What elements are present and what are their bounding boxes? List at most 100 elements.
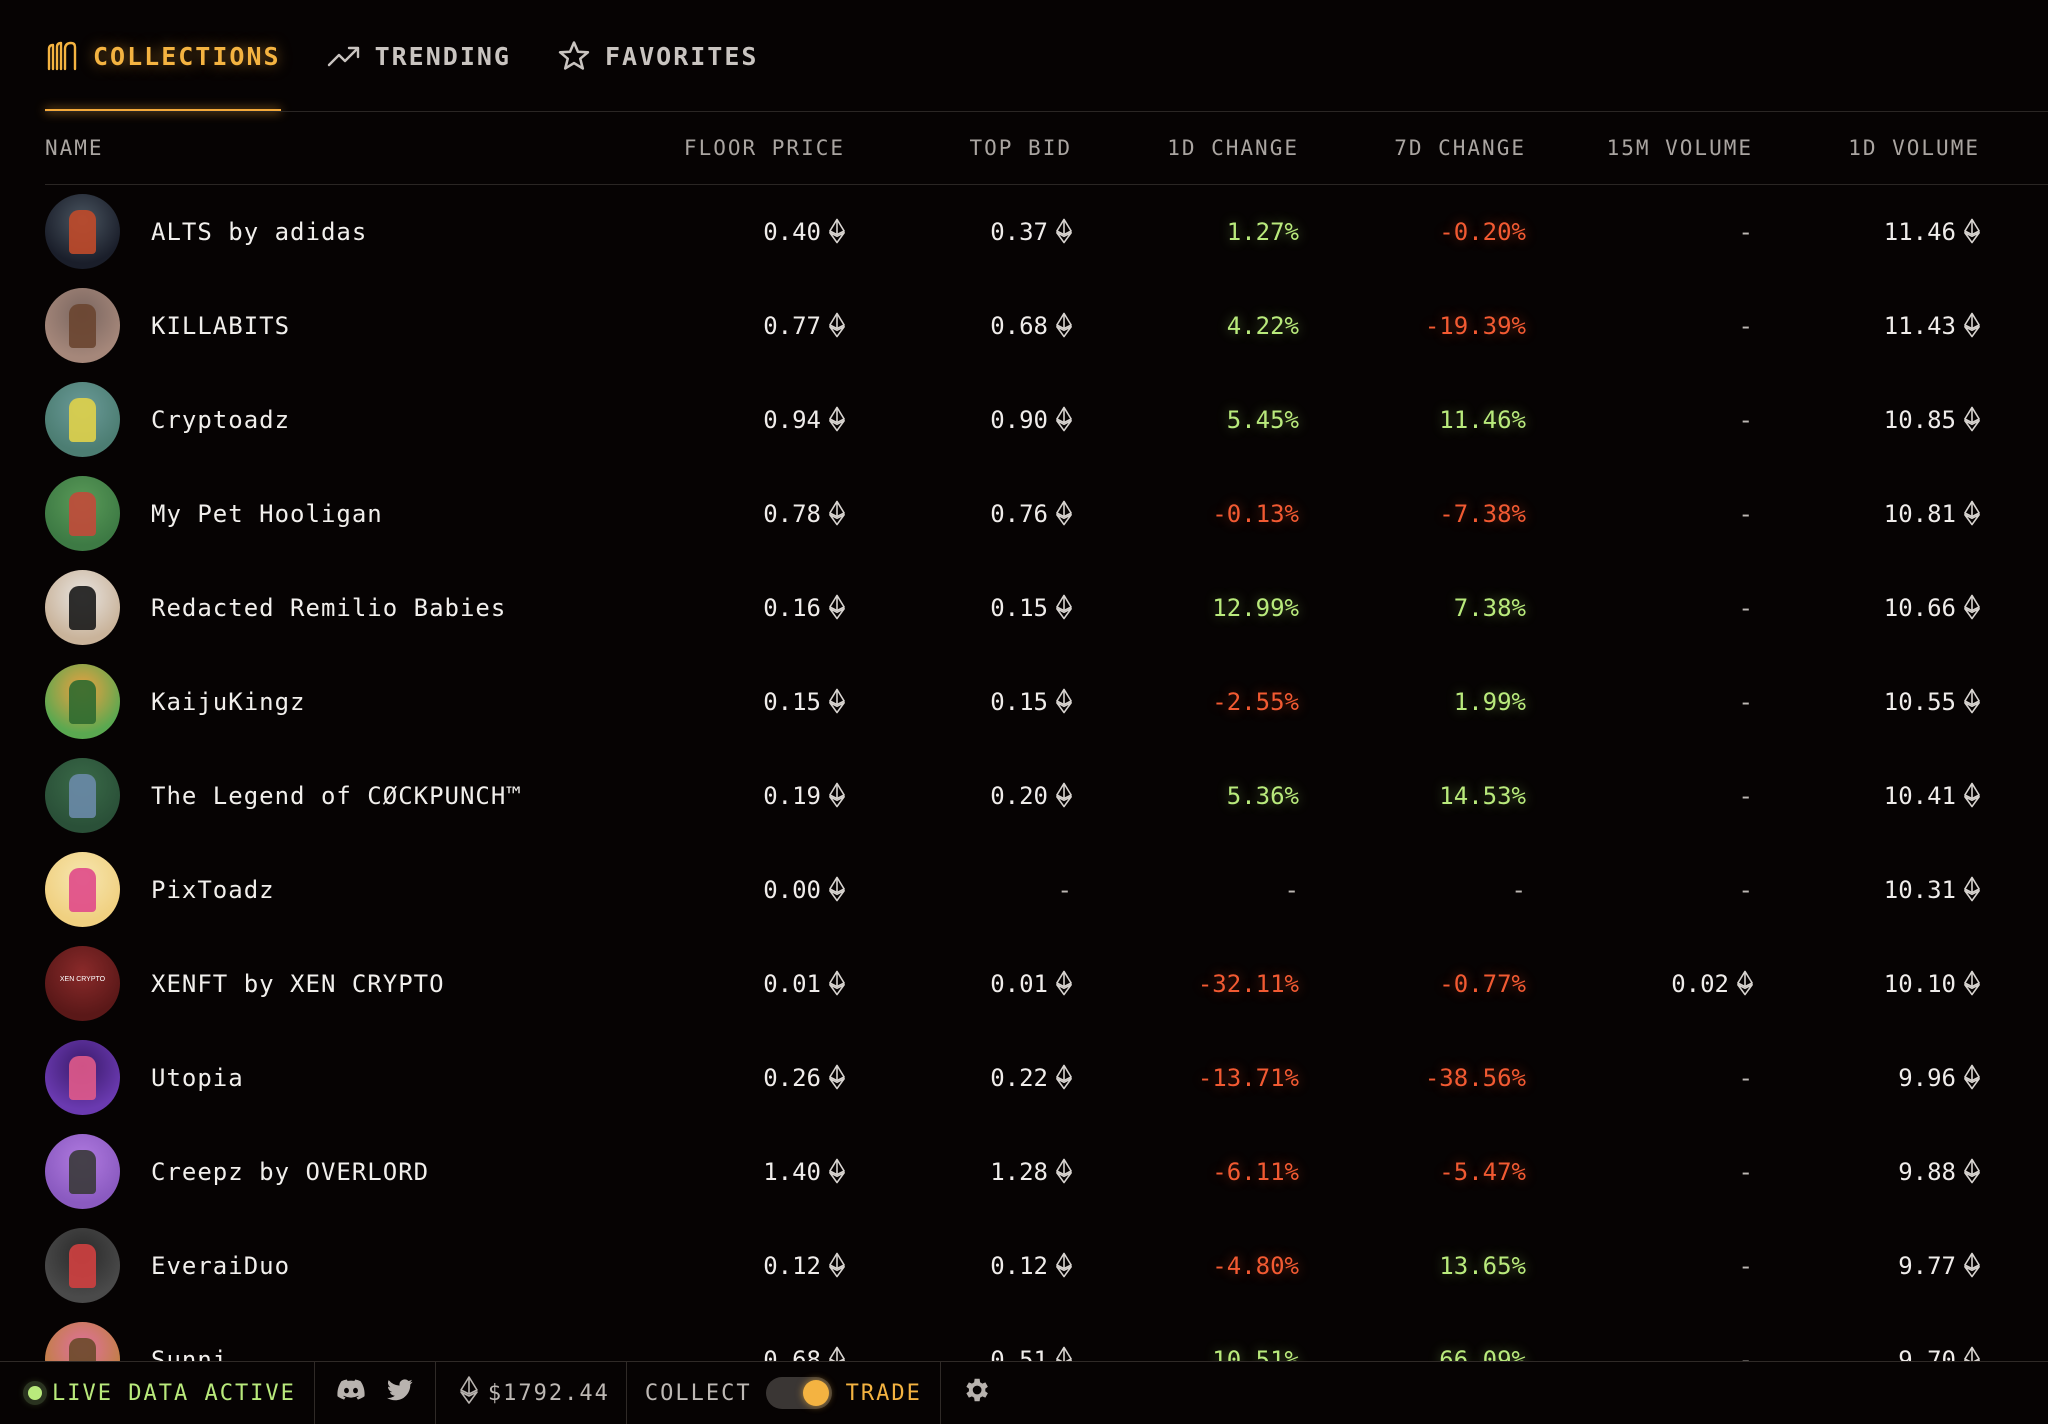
top-bid-cell: 0.01 bbox=[990, 937, 1072, 1031]
column-header-15m-volume[interactable]: 15M VOLUME bbox=[1607, 112, 1753, 184]
value-text: 10.81 bbox=[1883, 500, 1956, 528]
table-row[interactable]: Creepz by OVERLORD 1.40 1.28 -6.11% -5.47% - 9… bbox=[45, 1125, 2048, 1219]
ethereum-icon bbox=[1964, 688, 1980, 714]
tab-label: TRENDING bbox=[374, 41, 511, 71]
value-text: 11.46 bbox=[1883, 218, 1956, 246]
tab-label: COLLECTIONS bbox=[93, 41, 281, 71]
volume-15m-cell: - bbox=[1738, 218, 1753, 246]
value-text: 0.20 bbox=[990, 782, 1048, 810]
collection-name[interactable]: KaijuKingz bbox=[151, 655, 306, 749]
collection-name[interactable]: Utopia bbox=[151, 1031, 244, 1125]
floor-price-cell: 0.16 bbox=[763, 561, 845, 655]
table-row[interactable]: PixToadz 0.00 - - - - 10.31 bbox=[45, 843, 2048, 937]
value-text: 0.12 bbox=[763, 1252, 821, 1280]
table-row[interactable]: The Legend of CØCKPUNCH™ 0.19 0.20 5.36% 14.… bbox=[45, 749, 2048, 843]
change-7d-cell: 7.38% bbox=[1453, 594, 1526, 622]
ethereum-icon bbox=[1056, 594, 1072, 620]
column-header-1d-change[interactable]: 1D CHANGE bbox=[1167, 112, 1299, 184]
collection-name[interactable]: Redacted Remilio Babies bbox=[151, 561, 506, 655]
table-row[interactable]: KaijuKingz 0.15 0.15 -2.55% 1.99% - 10.55 bbox=[45, 655, 2048, 749]
ethereum-icon bbox=[1964, 876, 1980, 902]
ethereum-icon bbox=[829, 970, 845, 996]
collection-name[interactable]: Cryptoadz bbox=[151, 373, 290, 467]
ethereum-icon bbox=[1056, 1158, 1072, 1184]
collection-name[interactable]: My Pet Hooligan bbox=[151, 467, 383, 561]
ethereum-icon bbox=[460, 1376, 478, 1410]
live-status: LIVE DATA ACTIVE bbox=[0, 1362, 315, 1424]
table-row[interactable]: Redacted Remilio Babies 0.16 0.15 12.99% 7.3… bbox=[45, 561, 2048, 655]
collection-name[interactable]: Creepz by OVERLORD bbox=[151, 1125, 429, 1219]
ethereum-icon bbox=[1056, 218, 1072, 244]
table-row[interactable]: XEN CRYPTO XENFT by XEN CRYPTO 0.01 0.01 -32… bbox=[45, 937, 2048, 1031]
column-header-1d-volume[interactable]: 1D VOLUME bbox=[1848, 112, 1980, 184]
avatar-figure bbox=[69, 774, 96, 818]
ethereum-icon bbox=[829, 782, 845, 808]
table-row[interactable]: Cryptoadz 0.94 0.90 5.45% 11.46% - 10.85 bbox=[45, 373, 2048, 467]
tab-collections[interactable]: COLLECTIONS bbox=[45, 0, 281, 112]
volume-1d-cell: 9.88 bbox=[1898, 1125, 1980, 1219]
tab-trending[interactable]: TRENDING bbox=[327, 0, 511, 112]
table-row[interactable]: ALTS by adidas 0.40 0.37 1.27% -0.20% - 11.46 bbox=[45, 185, 2048, 279]
collection-name[interactable]: PixToadz bbox=[151, 843, 275, 937]
value-text: 0.76 bbox=[990, 500, 1048, 528]
floor-price-cell: 0.40 bbox=[763, 185, 845, 279]
change-7d-cell: -0.77% bbox=[1439, 970, 1526, 998]
ethereum-icon bbox=[1964, 500, 1980, 526]
column-header-name[interactable]: NAME bbox=[45, 112, 104, 184]
collection-name[interactable]: EveraiDuo bbox=[151, 1219, 290, 1313]
change-1d-cell: -0.13% bbox=[1212, 500, 1299, 528]
table-row[interactable]: KILLABITS 0.77 0.68 4.22% -19.39% - 11.43 bbox=[45, 279, 2048, 373]
collection-name[interactable]: XENFT by XEN CRYPTO bbox=[151, 937, 445, 1031]
avatar-figure bbox=[69, 680, 96, 724]
ethereum-icon bbox=[1056, 688, 1072, 714]
change-1d-cell: 4.22% bbox=[1226, 312, 1299, 340]
live-status-label: LIVE DATA ACTIVE bbox=[52, 1380, 296, 1406]
volume-15m-cell: - bbox=[1738, 1158, 1753, 1186]
volume-1d-cell: 10.81 bbox=[1884, 467, 1980, 561]
table-row[interactable]: My Pet Hooligan 0.78 0.76 -0.13% -7.38% - 10.8… bbox=[45, 467, 2048, 561]
ethereum-icon bbox=[1964, 782, 1980, 808]
change-7d-cell: -38.56% bbox=[1424, 1064, 1526, 1092]
status-bar: LIVE DATA ACTIVE $1792.44 COLLECT TRADE bbox=[0, 1361, 2048, 1424]
top-bid-cell: 0.37 bbox=[990, 185, 1072, 279]
change-7d-cell: -19.39% bbox=[1424, 312, 1526, 340]
twitter-icon[interactable] bbox=[386, 1379, 413, 1407]
floor-price-cell: 0.00 bbox=[763, 843, 845, 937]
settings-button[interactable] bbox=[941, 1362, 1011, 1424]
avatar-figure bbox=[69, 210, 96, 254]
floor-price-cell: 0.94 bbox=[763, 373, 845, 467]
ethereum-icon bbox=[829, 406, 845, 432]
collect-trade-toggle[interactable] bbox=[765, 1377, 832, 1409]
column-header-7d-change[interactable]: 7D CHANGE bbox=[1394, 112, 1526, 184]
collection-name[interactable]: ALTS by adidas bbox=[151, 185, 367, 279]
change-1d-cell: - bbox=[1284, 876, 1299, 904]
value-text: 0.40 bbox=[763, 218, 821, 246]
top-bid-cell: 0.68 bbox=[990, 279, 1072, 373]
value-text: 9.77 bbox=[1898, 1252, 1956, 1280]
ethereum-icon bbox=[829, 1252, 845, 1278]
ethereum-icon bbox=[1056, 782, 1072, 808]
ethereum-icon bbox=[829, 312, 845, 338]
collection-name[interactable]: KILLABITS bbox=[151, 279, 290, 373]
ethereum-icon bbox=[829, 594, 845, 620]
value-text: 10.85 bbox=[1883, 406, 1956, 434]
discord-icon[interactable] bbox=[337, 1379, 365, 1407]
trade-label[interactable]: TRADE bbox=[846, 1381, 922, 1406]
column-header-floor-price[interactable]: FLOOR PRICE bbox=[684, 112, 845, 184]
value-text: 0.15 bbox=[990, 688, 1048, 716]
table-row[interactable]: EveraiDuo 0.12 0.12 -4.80% 13.65% - 9.77 bbox=[45, 1219, 2048, 1313]
column-header-top-bid[interactable]: TOP BID bbox=[969, 112, 1072, 184]
tab-favorites[interactable]: FAVORITES bbox=[557, 0, 758, 112]
value-text: 0.15 bbox=[990, 594, 1048, 622]
collect-label[interactable]: COLLECT bbox=[645, 1381, 752, 1406]
volume-15m-cell: - bbox=[1738, 500, 1753, 528]
change-1d-cell: -13.71% bbox=[1197, 1064, 1299, 1092]
value-text: 0.19 bbox=[763, 782, 821, 810]
value-text: 0.12 bbox=[990, 1252, 1048, 1280]
table-row[interactable]: Utopia 0.26 0.22 -13.71% -38.56% - 9.96 bbox=[45, 1031, 2048, 1125]
collection-name[interactable]: The Legend of CØCKPUNCH™ bbox=[151, 749, 522, 843]
top-bid-cell: 0.90 bbox=[990, 373, 1072, 467]
value-text: 0.26 bbox=[763, 1064, 821, 1092]
eth-price: $1792.44 bbox=[436, 1362, 627, 1424]
collection-avatar bbox=[45, 758, 120, 833]
